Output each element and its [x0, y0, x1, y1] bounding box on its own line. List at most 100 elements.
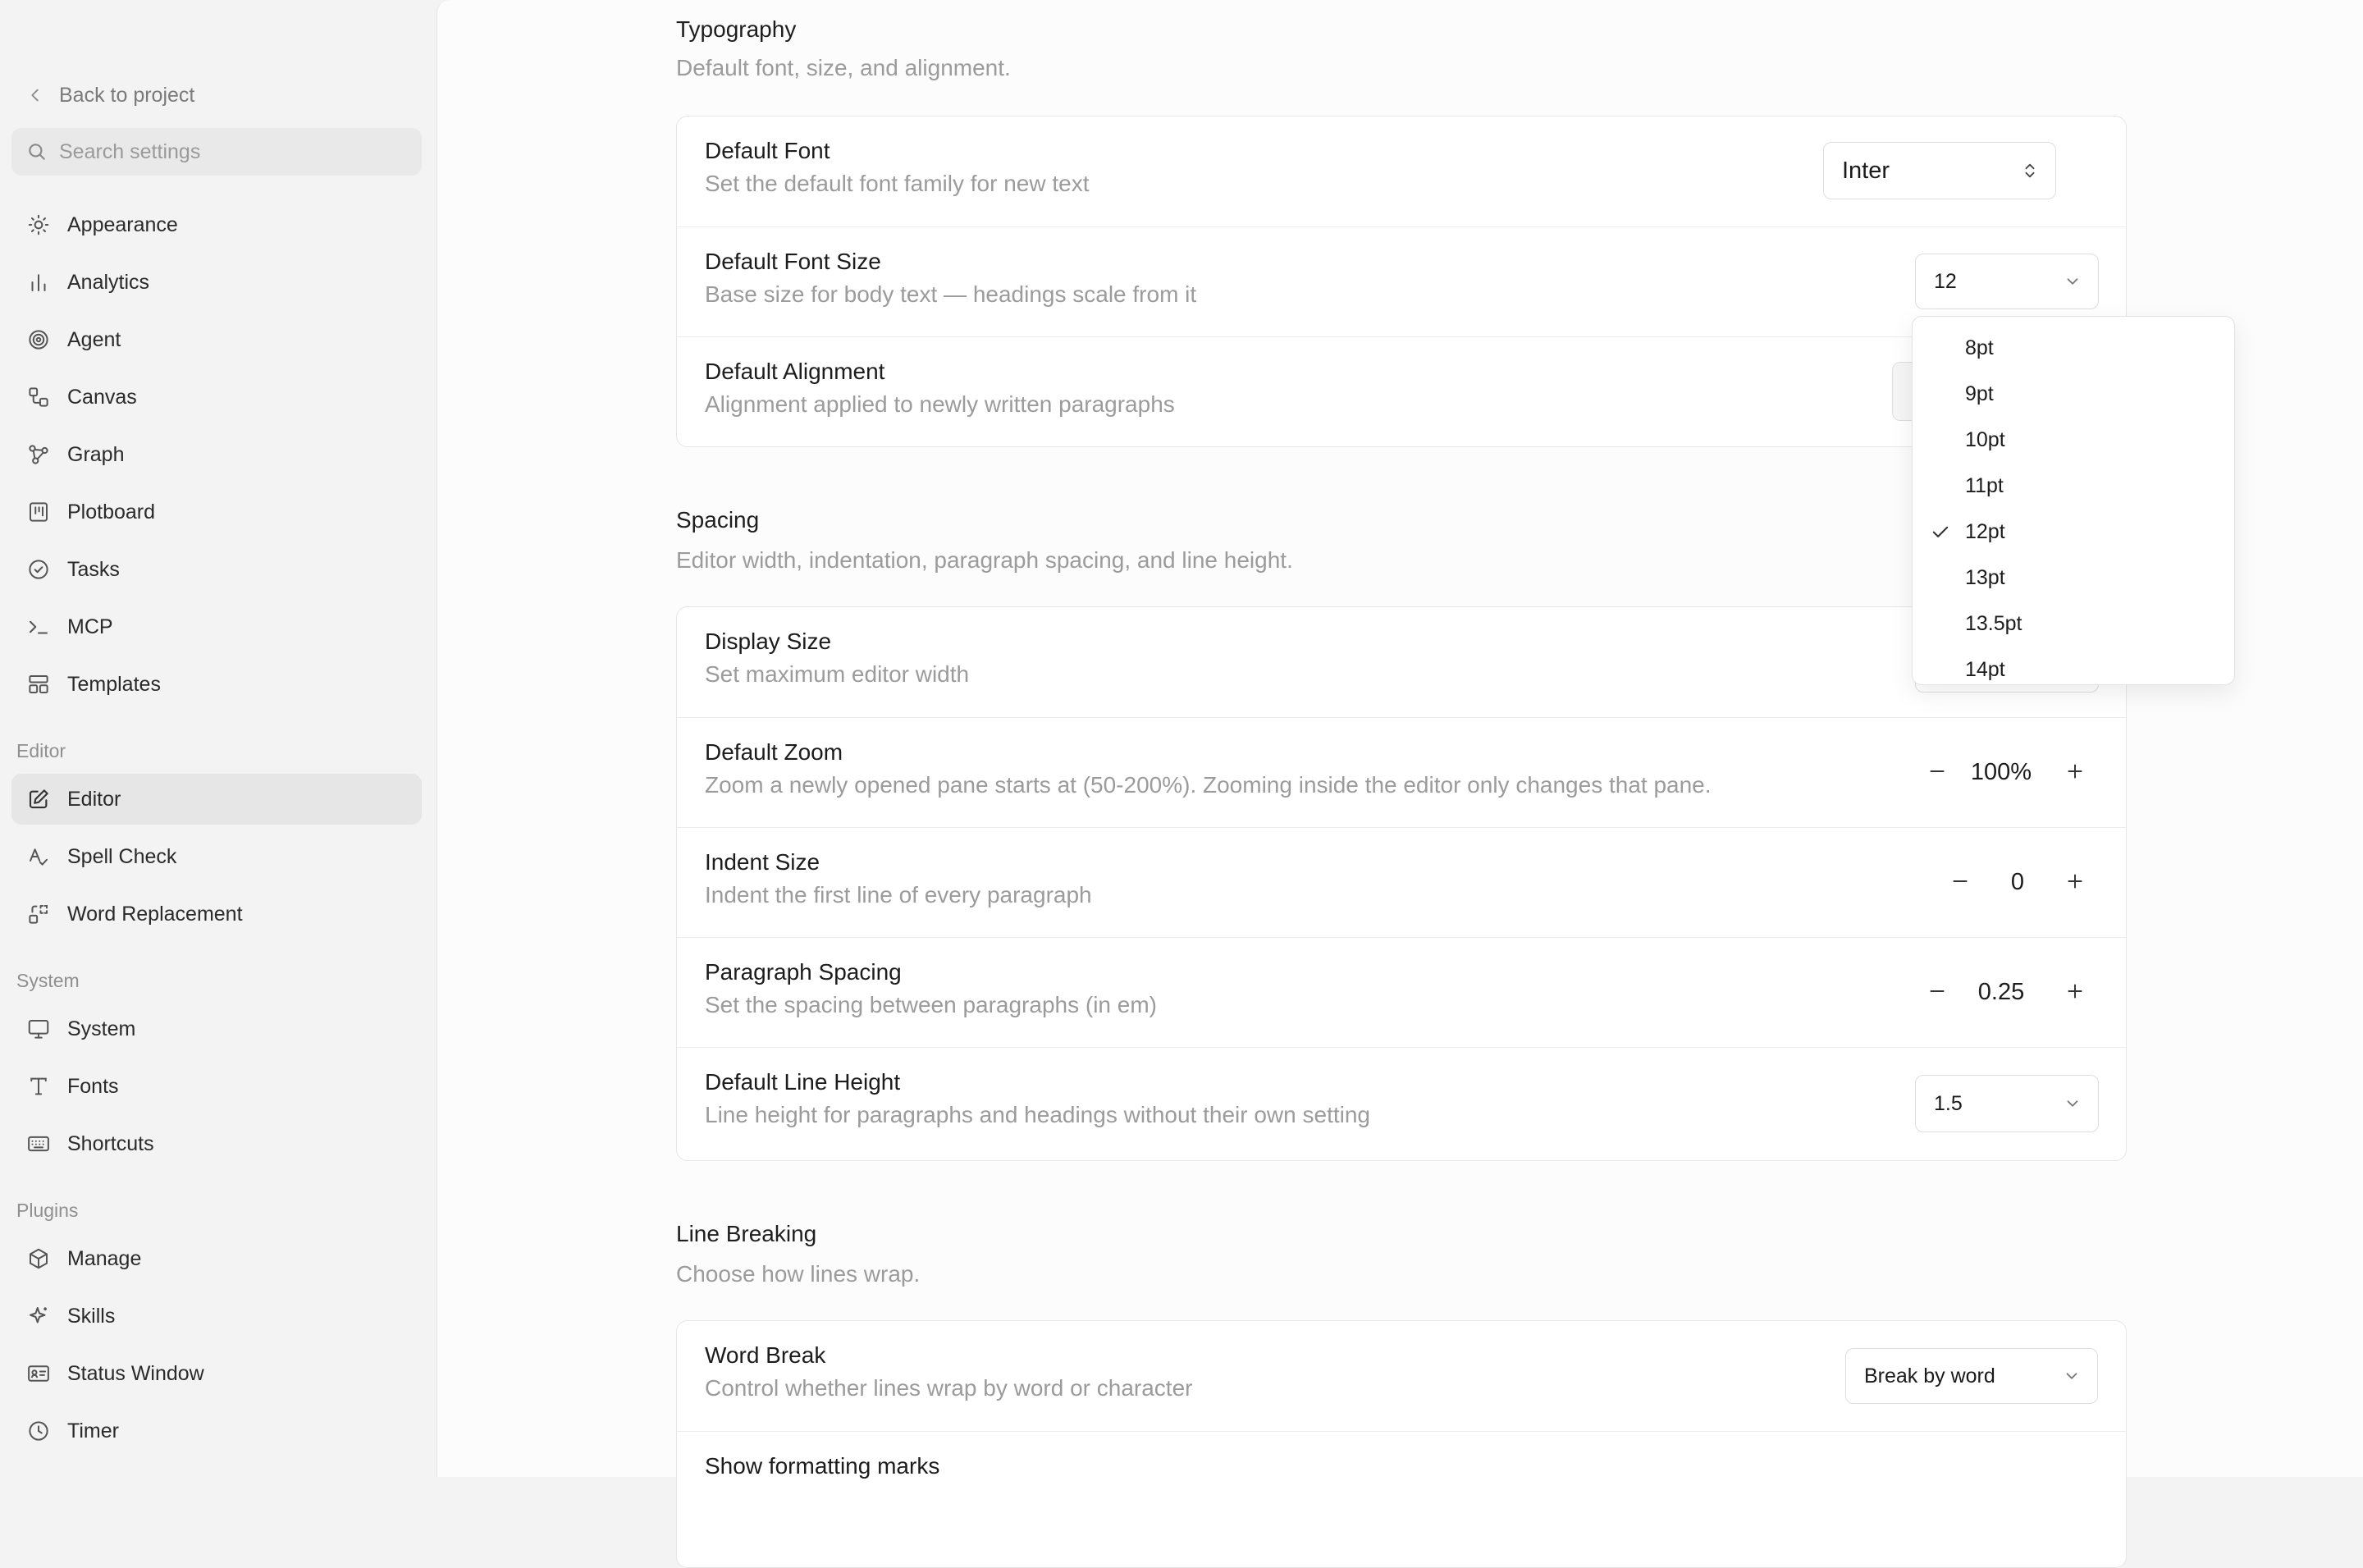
- typography-section-title: Typography: [676, 16, 797, 42]
- zoom-decrease-button[interactable]: [1922, 757, 1952, 786]
- default-line-height-row: Default Line Height Line height for para…: [677, 1047, 2126, 1158]
- spell-check-icon: [26, 844, 51, 869]
- sidebar-item-spell-check[interactable]: Spell Check: [11, 831, 422, 882]
- sidebar-item-fonts[interactable]: Fonts: [11, 1061, 422, 1112]
- box-icon: [26, 1246, 51, 1271]
- row-title: Default Line Height: [705, 1069, 901, 1095]
- indent-increase-button[interactable]: [2060, 866, 2090, 896]
- minus-icon: [1953, 880, 1968, 882]
- line-breaking-card: Word Break Control whether lines wrap by…: [676, 1320, 2127, 1568]
- plus-icon: [2068, 764, 2082, 779]
- display-size-row: Display Size Set maximum editor width: [677, 607, 2126, 717]
- sidebar-item-label: Plotboard: [67, 500, 156, 523]
- search-settings-box[interactable]: [11, 128, 422, 176]
- sidebar-item-skills[interactable]: Skills: [11, 1291, 422, 1342]
- sidebar-item-label: Timer: [67, 1419, 119, 1442]
- system-group-label: System: [16, 970, 80, 991]
- typography-section-desc: Default font, size, and alignment.: [676, 55, 1011, 80]
- sidebar-item-label: Status Window: [67, 1361, 204, 1385]
- font-size-option-8pt[interactable]: 8pt: [1913, 325, 2234, 371]
- sparkle-icon: [26, 1304, 51, 1328]
- clock-icon: [26, 1419, 51, 1443]
- font-size-option-13pt[interactable]: 13pt: [1913, 555, 2234, 601]
- font-size-option-13-5pt[interactable]: 13.5pt: [1913, 601, 2234, 647]
- option-label: 10pt: [1965, 427, 2005, 451]
- chevron-up-down-icon: [2025, 163, 2035, 178]
- sidebar-item-appearance[interactable]: Appearance: [11, 199, 422, 250]
- chevron-down-icon: [2067, 278, 2078, 285]
- option-label: 13.5pt: [1965, 611, 2022, 635]
- monitor-icon: [26, 1017, 51, 1041]
- sidebar-item-tasks[interactable]: Tasks: [11, 544, 422, 595]
- row-title: Default Zoom: [705, 739, 843, 765]
- back-to-project-link[interactable]: Back to project: [26, 79, 194, 112]
- sidebar-item-label: Fonts: [67, 1074, 119, 1098]
- sidebar-item-timer[interactable]: Timer: [11, 1406, 422, 1456]
- spiral-icon: [26, 327, 51, 352]
- plotboard-icon: [26, 500, 51, 524]
- line-breaking-section-title: Line Breaking: [676, 1221, 817, 1246]
- sidebar-item-agent[interactable]: Agent: [11, 314, 422, 365]
- indent-decrease-button[interactable]: [1945, 866, 1975, 896]
- sidebar-item-label: Appearance: [67, 213, 178, 236]
- layout-template-icon: [26, 672, 51, 697]
- paragraph-spacing-decrease-button[interactable]: [1922, 976, 1952, 1006]
- sidebar-item-label: Word Replacement: [67, 902, 243, 926]
- sidebar-item-label: MCP: [67, 615, 113, 638]
- chevron-down-icon: [2067, 1100, 2078, 1107]
- font-size-option-10pt[interactable]: 10pt: [1913, 417, 2234, 463]
- chevron-left-icon: [31, 89, 39, 102]
- spacing-card: Display Size Set maximum editor width De…: [676, 606, 2127, 1161]
- default-font-size-select[interactable]: 12: [1915, 254, 2099, 309]
- sidebar-item-system[interactable]: System: [11, 1003, 422, 1054]
- font-size-option-12pt[interactable]: 12pt: [1913, 509, 2234, 555]
- search-settings-input[interactable]: [57, 139, 405, 165]
- sidebar-item-shortcuts[interactable]: Shortcuts: [11, 1118, 422, 1169]
- row-desc: Line height for paragraphs and headings …: [705, 1102, 1370, 1127]
- sidebar-item-canvas[interactable]: Canvas: [11, 372, 422, 423]
- sidebar-item-mcp[interactable]: MCP: [11, 601, 422, 652]
- row-title: Default Font: [705, 138, 830, 163]
- word-break-select[interactable]: Break by word: [1845, 1348, 2098, 1404]
- sidebar-item-status-window[interactable]: Status Window: [11, 1348, 422, 1399]
- sidebar-item-manage[interactable]: Manage: [11, 1233, 422, 1284]
- sidebar-item-label: System: [67, 1017, 136, 1040]
- sidebar-item-templates[interactable]: Templates: [11, 659, 422, 710]
- font-size-option-14pt[interactable]: 14pt: [1913, 647, 2234, 684]
- paragraph-spacing-row: Paragraph Spacing Set the spacing betwee…: [677, 937, 2126, 1048]
- pencil-square-icon: [26, 787, 51, 811]
- sidebar-item-word-replacement[interactable]: Word Replacement: [11, 889, 422, 939]
- row-title: Indent Size: [705, 849, 820, 875]
- default-font-size-row: Default Font Size Base size for body tex…: [677, 226, 2126, 337]
- keyboard-icon: [26, 1131, 51, 1156]
- sidebar-item-graph[interactable]: Graph: [11, 429, 422, 480]
- font-size-option-9pt[interactable]: 9pt: [1913, 371, 2234, 417]
- sidebar-item-label: Editor: [67, 787, 121, 811]
- indent-size-row: Indent Size Indent the first line of eve…: [677, 827, 2126, 938]
- sidebar-item-plotboard[interactable]: Plotboard: [11, 487, 422, 537]
- sidebar-item-editor[interactable]: Editor: [11, 774, 422, 825]
- row-desc: Set maximum editor width: [705, 661, 970, 687]
- default-font-row: Default Font Set the default font family…: [677, 117, 2126, 226]
- settings-sidebar: Back to project Appearance Analytics Age…: [0, 0, 436, 1477]
- sidebar-item-label: Templates: [67, 672, 161, 696]
- chevron-down-icon: [2066, 1373, 2077, 1379]
- font-size-option-11pt[interactable]: 11pt: [1913, 463, 2234, 509]
- row-title: Show formatting marks: [705, 1453, 940, 1479]
- select-value: 12: [1934, 269, 1957, 293]
- line-height-select[interactable]: 1.5: [1915, 1075, 2099, 1132]
- sidebar-item-analytics[interactable]: Analytics: [11, 257, 422, 308]
- option-label: 13pt: [1965, 565, 2005, 589]
- row-title: Default Font Size: [705, 249, 881, 274]
- zoom-increase-button[interactable]: [2060, 757, 2090, 786]
- row-desc: Set the default font family for new text: [705, 171, 1090, 196]
- back-to-project-label: Back to project: [59, 83, 195, 107]
- option-label: 14pt: [1965, 657, 2005, 681]
- option-label: 11pt: [1965, 473, 2004, 497]
- row-desc: Control whether lines wrap by word or ch…: [705, 1375, 1193, 1401]
- default-font-select[interactable]: Inter: [1823, 142, 2056, 199]
- search-icon: [29, 144, 45, 160]
- sidebar-item-label: Spell Check: [67, 844, 177, 868]
- minus-icon: [1930, 990, 1945, 992]
- paragraph-spacing-increase-button[interactable]: [2060, 976, 2090, 1006]
